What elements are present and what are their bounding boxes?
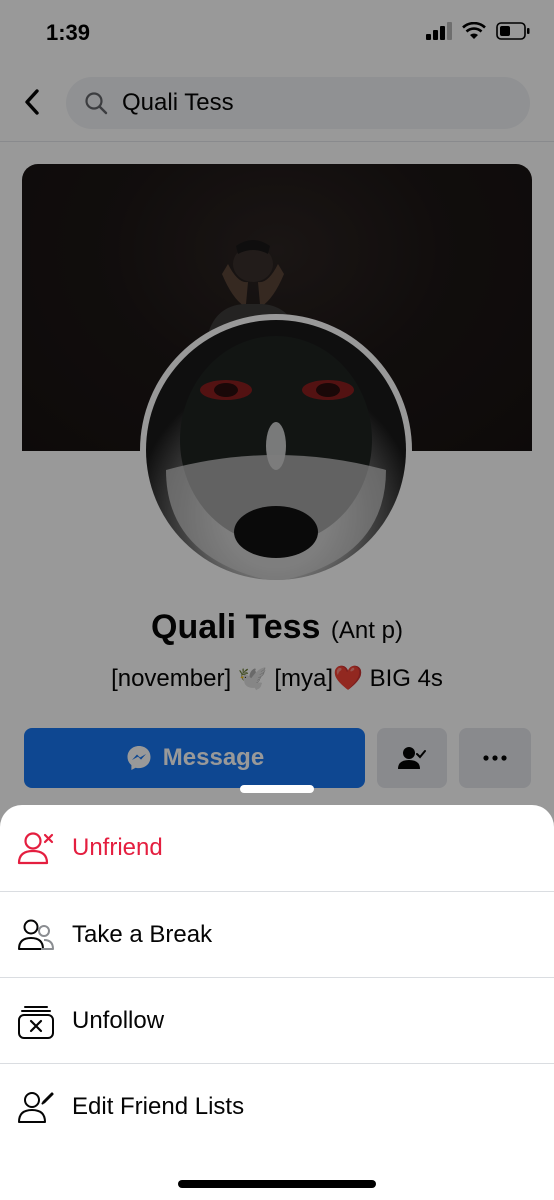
unfollow-label: Unfollow [72,1007,165,1034]
unfollow-option[interactable]: Unfollow [0,978,554,1064]
edit-friend-lists-label: Edit Friend Lists [72,1093,245,1120]
options-sheet: Unfriend Take a Break Unfollow Edit Frie… [0,805,554,1200]
unfollow-icon [16,1001,56,1041]
home-indicator[interactable] [178,1180,376,1188]
unfriend-option[interactable]: Unfriend [0,805,554,891]
take-a-break-option[interactable]: Take a Break [0,892,554,978]
take-a-break-label: Take a Break [72,921,213,948]
sheet-drag-handle[interactable] [240,785,314,793]
edit-friend-lists-option[interactable]: Edit Friend Lists [0,1064,554,1150]
edit-friend-lists-icon [16,1087,56,1127]
take-a-break-icon [16,915,56,955]
unfriend-label: Unfriend [72,834,163,861]
unfriend-icon [16,828,56,868]
